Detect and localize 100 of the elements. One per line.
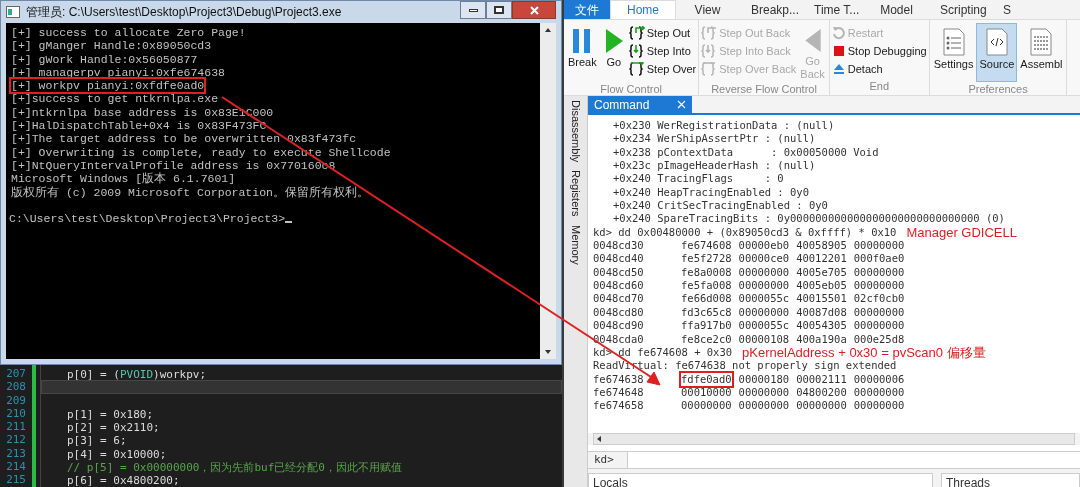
memory-value: fdfe0ad0 <box>679 370 734 388</box>
horizontal-scrollbar[interactable] <box>593 433 1075 445</box>
eject-icon <box>831 62 846 76</box>
line-number: 215 <box>5 473 26 487</box>
line-number: 213 <box>5 446 26 461</box>
ribbon-large-button[interactable]: Assembl <box>1018 24 1065 81</box>
console-line: [+]The target address to be overwritten 0x83f473fc <box>10 131 358 148</box>
ribbon-tab[interactable]: S <box>991 0 1023 19</box>
line-number: 212 <box>5 433 26 447</box>
memory-value: fe8a0008 <box>680 264 733 280</box>
close-button[interactable] <box>512 1 556 19</box>
ribbon-tab[interactable]: Model <box>865 0 928 19</box>
memory-value: 00000000 <box>737 398 791 414</box>
console-line: 版权所有 (c) 2009 Microsoft Corporation。保留所有权利。 <box>10 184 370 201</box>
command-prompt: kd> <box>588 452 628 468</box>
memory-value: fe8ce2c0 <box>680 331 733 347</box>
memory-value: 00000180 <box>737 371 791 387</box>
memory-value: 00000000 <box>680 398 733 414</box>
command-tab[interactable]: Command <box>588 96 692 113</box>
ribbon-small-button[interactable]: Step Over <box>628 60 697 78</box>
window-title: 管理员: C:\Users\test\Desktop\Project3\Debug\Project3.exe <box>26 4 342 21</box>
memory-address: 0048cd80 <box>593 305 645 320</box>
ribbon-small-button[interactable]: Stop Debugging <box>831 42 927 60</box>
line-number: 209 <box>5 393 26 407</box>
memory-value: 00000006 <box>852 371 906 387</box>
ribbon-tab[interactable]: Scripting <box>928 0 991 19</box>
struct-field-line: +0x240 CritSecTracingEnabled : 0y0 <box>613 199 828 213</box>
ribbon-tab[interactable]: Time T... <box>802 0 865 19</box>
memory-value: 00000000 <box>852 264 906 280</box>
ribbon-tab[interactable]: View <box>676 0 739 19</box>
ribbon-small-button[interactable]: Step Out <box>628 24 697 42</box>
ribbon-large-button[interactable]: Source <box>977 24 1017 81</box>
annotation-note: pKernelAddress + 0x30 = pvScan0 偏移量 <box>742 345 986 360</box>
step-out-back-icon <box>701 26 718 40</box>
console-prompt: C:\Users\test\Desktop\Project3\Project3> <box>9 211 286 226</box>
step-over-icon <box>628 62 645 76</box>
memory-value: 00000000 <box>795 398 848 414</box>
side-tab[interactable]: Registers <box>567 170 584 217</box>
memory-value: 00002111 <box>795 371 848 387</box>
struct-field-line: +0x238 pContextData : 0x00050000 Void <box>613 145 879 160</box>
side-tab[interactable]: Memory <box>567 224 584 265</box>
memory-value: 00000eb0 <box>737 238 791 254</box>
struct-field-line: +0x230 WerRegistrationData : (null) <box>613 119 835 133</box>
line-number: 210 <box>5 406 26 421</box>
settings-list-icon <box>942 28 965 56</box>
ribbon-tab[interactable]: Breakp... <box>739 0 802 19</box>
ribbon-large-button[interactable]: Settings <box>931 24 976 81</box>
console-app-icon <box>6 6 20 18</box>
ribbon-group-label: Preferences <box>967 82 1029 97</box>
console-line: [+]HalDispatchTable+0x4 is 0x83F473FC <box>10 118 268 134</box>
output-line: kd> dd fe674608 + 0x30 <box>593 345 733 360</box>
ribbon-large-button[interactable]: Go <box>600 24 627 81</box>
memory-address: 0048cd40 <box>593 252 645 266</box>
memory-value: fe66d008 <box>680 291 733 307</box>
minimize-icon <box>468 8 478 12</box>
ribbon-small-button[interactable]: Step Into <box>628 42 697 60</box>
binary-document-icon <box>1030 28 1053 56</box>
code-line: p[0] = (PVOID)workpv; <box>66 367 208 381</box>
file-tab[interactable]: 文件 <box>564 0 610 19</box>
ribbon-group-label: Reverse Flow Control <box>710 82 818 97</box>
memory-value: 00000108 <box>737 331 791 347</box>
memory-address: fe674648 <box>593 385 645 400</box>
memory-value: 40012201 <box>795 251 848 267</box>
struct-field-line: +0x240 SpareTracingBits : 0y000000000000000000000000000000 (0) <box>613 212 1005 226</box>
line-number: 207 <box>5 367 26 381</box>
memory-address: 0048cd90 <box>593 319 645 333</box>
memory-value: ffa917b0 <box>680 318 733 334</box>
code-line: p[6] = 0x4800200; <box>66 473 181 487</box>
maximize-button[interactable] <box>486 1 512 19</box>
step-into-back-icon <box>701 44 718 58</box>
memory-value: fe5fa008 <box>680 278 733 294</box>
memory-value: fe674608 <box>680 238 733 254</box>
memory-address: 0048cd50 <box>593 265 645 280</box>
memory-value: 000f0ae0 <box>852 251 906 267</box>
side-tab[interactable]: Disassembly <box>567 100 584 163</box>
code-line: p[1] = 0x180; <box>66 406 155 421</box>
ribbon-small-button[interactable]: Detach <box>831 60 927 78</box>
memory-value: 0000055c <box>737 318 791 334</box>
ribbon-large-button[interactable]: Break <box>566 24 599 81</box>
code-line: p[3] = 6; <box>66 433 128 447</box>
close-icon <box>529 5 539 15</box>
text-cursor <box>285 221 293 224</box>
minimize-button[interactable] <box>460 1 486 19</box>
code-line: // p[5] = 0x00000000，因为先前buf已经分配0，因此不用赋值 <box>66 460 403 474</box>
memory-value: 00000000 <box>852 304 906 320</box>
memory-address: 0048cda0 <box>593 332 645 346</box>
struct-field-line: +0x23c pImageHeaderHash : (null) <box>613 159 816 173</box>
memory-value: 40058905 <box>795 238 848 254</box>
line-number: 214 <box>5 460 26 474</box>
memory-value: 02cf0cb0 <box>852 291 906 307</box>
ribbon-tab[interactable]: Home <box>610 0 676 19</box>
step-out-icon <box>628 26 645 40</box>
memory-value: 40015501 <box>795 291 848 307</box>
memory-value: 00000000 <box>737 264 791 280</box>
struct-field-line: +0x240 TracingFlags : 0 <box>613 172 784 186</box>
memory-value: 00000000 <box>852 398 906 414</box>
vertical-scrollbar[interactable] <box>540 23 556 359</box>
annotation-note: Manager GDICELL <box>906 225 1017 240</box>
close-icon <box>677 100 686 109</box>
line-number: 208 <box>5 380 26 394</box>
